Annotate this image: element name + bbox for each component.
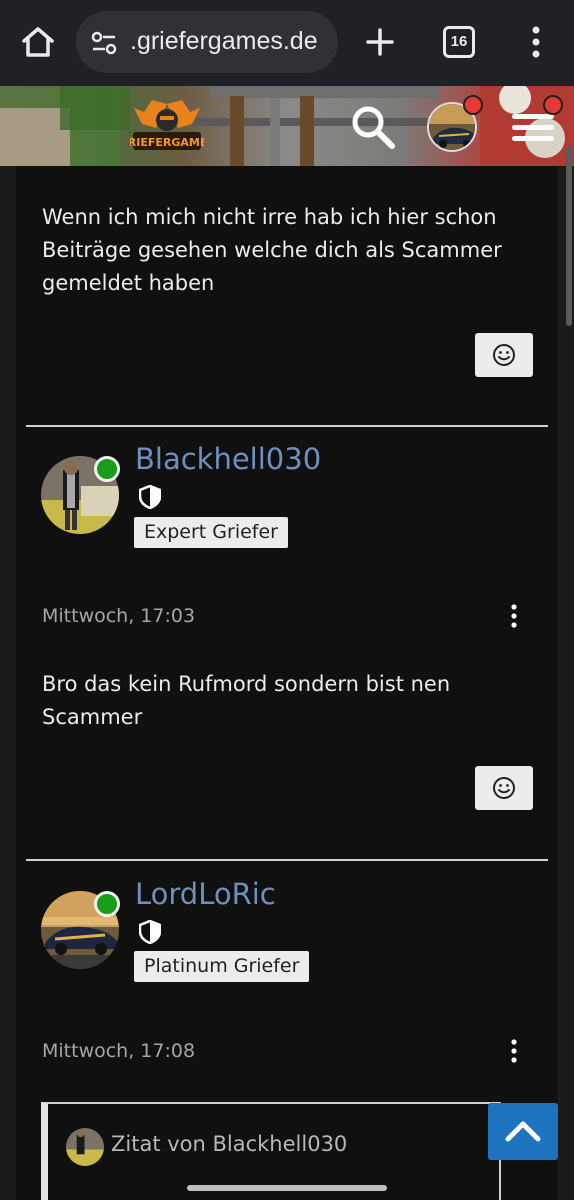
browser-toolbar: .griefergames.de 16 — [0, 0, 574, 86]
post-date[interactable]: Mittwoch, 17:03 — [42, 605, 195, 627]
logo-text: GRIEFERGAMES — [130, 136, 204, 149]
more-vert-icon[interactable] — [524, 24, 548, 60]
post-text: Wenn ich mich nicht irre hab ich hier sc… — [42, 205, 502, 295]
quote-label[interactable]: Zitat von Blackhell030 — [111, 1132, 347, 1156]
tabs-icon[interactable]: 16 — [443, 26, 475, 58]
reaction-button[interactable] — [475, 333, 533, 377]
gesture-navigation-bar[interactable] — [187, 1185, 387, 1191]
hamburger-icon[interactable] — [512, 112, 554, 144]
post-text: Bro das kein Rufmord sondern bist nen Sc… — [42, 672, 451, 729]
chevron-up-icon — [505, 1121, 541, 1142]
smiley-icon — [493, 777, 515, 799]
griefergames-logo[interactable]: GRIEFERGAMES — [130, 98, 204, 156]
header-background-art — [0, 86, 574, 166]
post-divider — [26, 859, 548, 861]
online-status-indicator — [94, 456, 120, 482]
reaction-button[interactable] — [475, 766, 533, 810]
online-status-indicator — [94, 891, 120, 917]
scroll-to-top-button[interactable] — [488, 1103, 558, 1160]
page-scrollbar[interactable] — [566, 146, 572, 326]
post-date[interactable]: Mittwoch, 17:08 — [42, 1040, 195, 1062]
avatar-notification-dot — [463, 95, 483, 115]
site-header: GRIEFERGAMES — [0, 86, 574, 166]
thread-content: Wenn ich mich nicht irre hab ich hier sc… — [16, 166, 558, 1200]
plus-icon[interactable] — [364, 26, 396, 58]
post-divider — [26, 425, 548, 427]
quote-avatar[interactable] — [66, 1128, 104, 1166]
url-text[interactable]: .griefergames.de — [130, 27, 318, 56]
more-vert-icon[interactable] — [508, 1038, 520, 1064]
menu-notification-dot — [543, 95, 563, 115]
rank-badge: Platinum Griefer — [134, 951, 310, 982]
shield-icon — [139, 485, 161, 509]
smiley-icon — [493, 344, 515, 366]
more-vert-icon[interactable] — [508, 603, 520, 629]
username-link[interactable]: LordLoRic — [135, 877, 276, 911]
shield-icon — [139, 920, 161, 944]
username-link[interactable]: Blackhell030 — [135, 442, 321, 476]
search-icon[interactable] — [350, 104, 396, 150]
address-bar[interactable]: .griefergames.de — [76, 11, 338, 73]
home-icon[interactable] — [20, 24, 56, 60]
rank-badge: Expert Griefer — [134, 517, 288, 548]
site-info-icon[interactable] — [90, 29, 118, 57]
